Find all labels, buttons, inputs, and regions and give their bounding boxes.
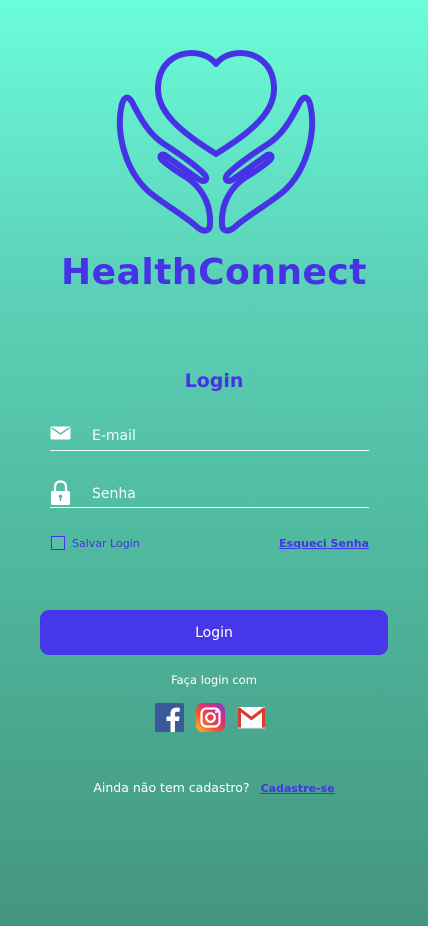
password-input[interactable]	[92, 484, 352, 504]
facebook-icon[interactable]	[155, 703, 184, 732]
login-heading: Login	[184, 370, 244, 392]
envelope-icon	[50, 426, 71, 440]
password-field	[50, 476, 369, 508]
register-link[interactable]: Cadastre-se	[261, 782, 335, 795]
save-login-label: Salvar Login	[72, 536, 140, 550]
checkbox-box[interactable]	[51, 536, 65, 550]
forgot-password-link[interactable]: Esqueci Senha	[279, 537, 369, 550]
heart-hands-icon	[116, 50, 316, 234]
social-login-title: Faça login com	[171, 673, 257, 687]
save-login-checkbox[interactable]: Salvar Login	[51, 536, 140, 550]
email-input[interactable]	[92, 426, 352, 446]
social-login-buttons	[155, 703, 267, 732]
email-field	[50, 422, 369, 451]
app-title: HealthConnect	[61, 252, 367, 293]
register-row: Ainda não tem cadastro? Cadastre-se	[0, 777, 428, 796]
register-prompt: Ainda não tem cadastro?	[93, 780, 250, 795]
gmail-icon[interactable]	[237, 703, 266, 732]
instagram-icon[interactable]	[196, 703, 225, 732]
login-button[interactable]: Login	[40, 610, 388, 655]
lock-icon	[51, 480, 70, 505]
